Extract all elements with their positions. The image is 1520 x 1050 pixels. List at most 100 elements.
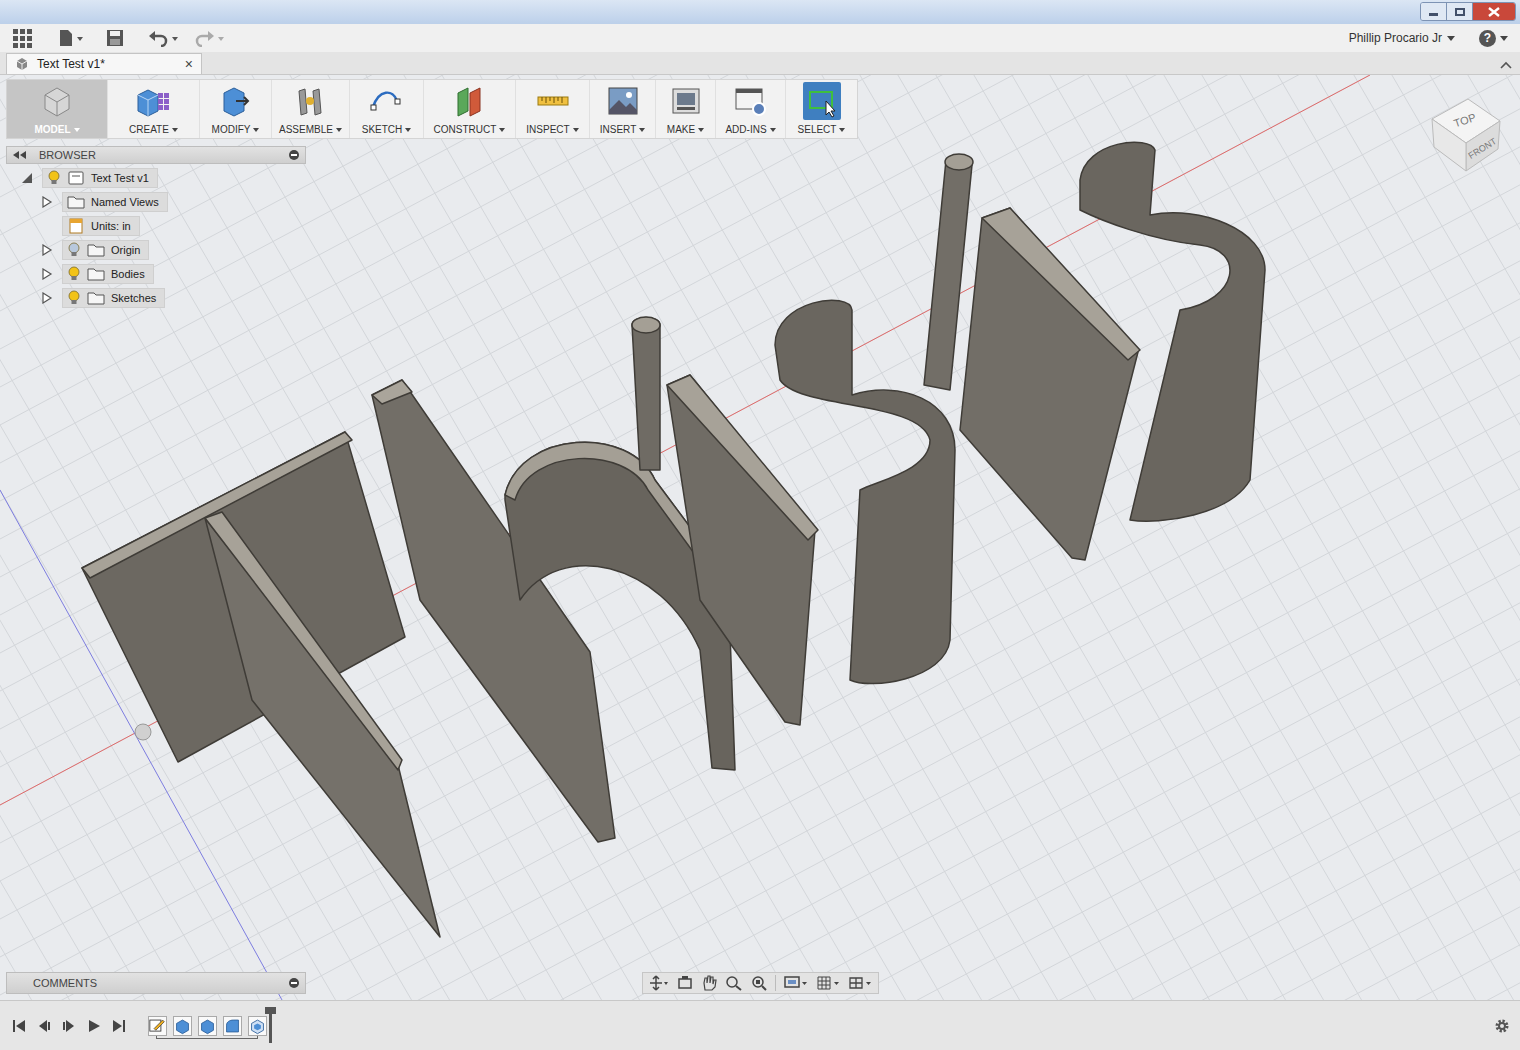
browser-item-box[interactable]: Named Views: [62, 192, 168, 212]
dropdown-caret-icon[interactable]: [770, 128, 776, 132]
collapse-panel-icon[interactable]: [13, 151, 27, 159]
addins-icon[interactable]: [732, 82, 770, 120]
ribbon-item[interactable]: INSERT: [589, 80, 655, 138]
ribbon-item[interactable]: INSPECT: [515, 80, 589, 138]
dropdown-caret-icon[interactable]: [336, 128, 342, 132]
browser-item-box[interactable]: Sketches: [62, 288, 165, 308]
extrude-feature-icon[interactable]: [173, 1016, 192, 1036]
visibility-bulb-icon[interactable]: [47, 170, 61, 186]
ribbon-item[interactable]: CREATE: [107, 80, 199, 138]
display-settings-icon[interactable]: [784, 975, 808, 991]
document-tab[interactable]: Text Test v1* ×: [6, 53, 202, 74]
pin-icon[interactable]: [289, 150, 299, 160]
undo-icon[interactable]: [148, 29, 180, 47]
origin-point-icon[interactable]: [135, 724, 151, 740]
browser-item[interactable]: Sketches: [6, 286, 306, 310]
browser-item[interactable]: Origin: [6, 238, 306, 262]
help-menu[interactable]: ?: [1479, 30, 1508, 47]
dropdown-caret-icon[interactable]: [639, 128, 645, 132]
close-window-icon[interactable]: [1473, 3, 1515, 20]
expanded-arrow-icon[interactable]: [20, 171, 34, 185]
document-tab-label[interactable]: Text Test v1*: [37, 55, 177, 73]
browser-item[interactable]: Text Test v1: [6, 166, 306, 190]
go-to-start-icon[interactable]: [12, 1019, 26, 1033]
user-menu[interactable]: Phillip Procario Jr: [1349, 29, 1455, 47]
ribbon-label[interactable]: SELECT: [798, 124, 837, 136]
ribbon-item[interactable]: SELECT: [785, 80, 857, 138]
dropdown-caret-icon[interactable]: [74, 128, 80, 132]
collapsed-arrow-icon[interactable]: [40, 243, 54, 257]
shell-feature-icon[interactable]: [248, 1016, 267, 1036]
ribbon-label[interactable]: CREATE: [129, 124, 169, 136]
apps-grid-icon[interactable]: [12, 28, 32, 48]
viewports-icon[interactable]: [848, 975, 872, 991]
sketch-feature-icon[interactable]: [148, 1016, 167, 1036]
dropdown-caret-icon[interactable]: [499, 128, 505, 132]
ribbon-label[interactable]: ADD-INS: [725, 124, 766, 136]
ribbon-label[interactable]: CONSTRUCT: [434, 124, 497, 136]
select-icon[interactable]: [803, 82, 841, 120]
dropdown-caret-icon[interactable]: [1500, 36, 1508, 41]
collapsed-arrow-icon[interactable]: [40, 291, 54, 305]
viewport[interactable]: MODEL CREATE MODIFY ASSEMBLE SKETCH CONSTRUCT…: [0, 75, 1520, 1000]
browser-item-label[interactable]: Units: in: [91, 218, 131, 235]
extrude-feature-icon[interactable]: [198, 1016, 217, 1036]
ribbon-label[interactable]: SKETCH: [362, 124, 403, 136]
zoom-icon[interactable]: [725, 975, 743, 991]
ribbon-item[interactable]: MAKE: [655, 80, 715, 138]
sketch-icon[interactable]: [368, 82, 406, 120]
ribbon-item[interactable]: ASSEMBLE: [271, 80, 349, 138]
browser-item[interactable]: Units: in: [6, 214, 306, 238]
ribbon-label[interactable]: MAKE: [667, 124, 695, 136]
ribbon-label[interactable]: INSPECT: [526, 124, 569, 136]
help-button[interactable]: ?: [1479, 30, 1496, 47]
go-to-end-icon[interactable]: [112, 1019, 126, 1033]
play-icon[interactable]: [87, 1019, 101, 1033]
ribbon-item[interactable]: MODEL: [7, 80, 107, 138]
collapsed-arrow-icon[interactable]: [40, 267, 54, 281]
create-icon[interactable]: [135, 82, 173, 120]
visibility-bulb-icon[interactable]: [67, 266, 81, 282]
insert-icon[interactable]: [604, 82, 642, 120]
ribbon-item[interactable]: ADD-INS: [715, 80, 785, 138]
browser-item-label[interactable]: Text Test v1: [91, 170, 149, 187]
model-icon[interactable]: [38, 82, 76, 120]
ribbon-item[interactable]: CONSTRUCT: [423, 80, 515, 138]
ribbon-label[interactable]: ASSEMBLE: [279, 124, 333, 136]
save-icon[interactable]: [106, 29, 124, 47]
browser-item-label[interactable]: Origin: [111, 242, 140, 259]
visibility-bulb-icon[interactable]: [67, 242, 81, 258]
browser-item[interactable]: Bodies: [6, 262, 306, 286]
user-name[interactable]: Phillip Procario Jr: [1349, 29, 1442, 47]
add-comment-icon[interactable]: [289, 978, 299, 988]
file-menu-icon[interactable]: [58, 29, 84, 47]
modify-icon[interactable]: [217, 82, 255, 120]
collapse-icon[interactable]: [1500, 61, 1512, 69]
extruded-body[interactable]: [82, 142, 1265, 937]
ribbon-item[interactable]: MODIFY: [199, 80, 271, 138]
restore-icon[interactable]: [1447, 3, 1473, 20]
gear-icon[interactable]: [1494, 1018, 1510, 1034]
browser-item-label[interactable]: Sketches: [111, 290, 156, 307]
step-back-icon[interactable]: [37, 1019, 51, 1033]
ribbon-item[interactable]: SKETCH: [349, 80, 423, 138]
browser-item-box[interactable]: Origin: [62, 240, 149, 260]
orbit-icon[interactable]: [649, 975, 669, 991]
look-at-icon[interactable]: [677, 975, 693, 991]
browser-item-box[interactable]: Units: in: [62, 216, 140, 236]
inspect-icon[interactable]: [534, 82, 572, 120]
step-forward-icon[interactable]: [62, 1019, 76, 1033]
make-icon[interactable]: [667, 82, 705, 120]
browser-item-box[interactable]: Bodies: [62, 264, 154, 284]
comments-panel[interactable]: COMMENTS: [6, 972, 306, 994]
view-cube-front[interactable]: FRONT: [1467, 136, 1499, 161]
browser-item-label[interactable]: Named Views: [91, 194, 159, 211]
dropdown-caret-icon[interactable]: [573, 128, 579, 132]
grid-settings-icon[interactable]: [816, 975, 840, 991]
dropdown-caret-icon[interactable]: [698, 128, 704, 132]
view-cube[interactable]: TOP FRONT: [1426, 91, 1506, 173]
view-cube-top[interactable]: TOP: [1452, 111, 1477, 129]
close-tab-button[interactable]: ×: [185, 57, 193, 71]
ribbon-label[interactable]: MODIFY: [212, 124, 251, 136]
assemble-icon[interactable]: [292, 82, 330, 120]
